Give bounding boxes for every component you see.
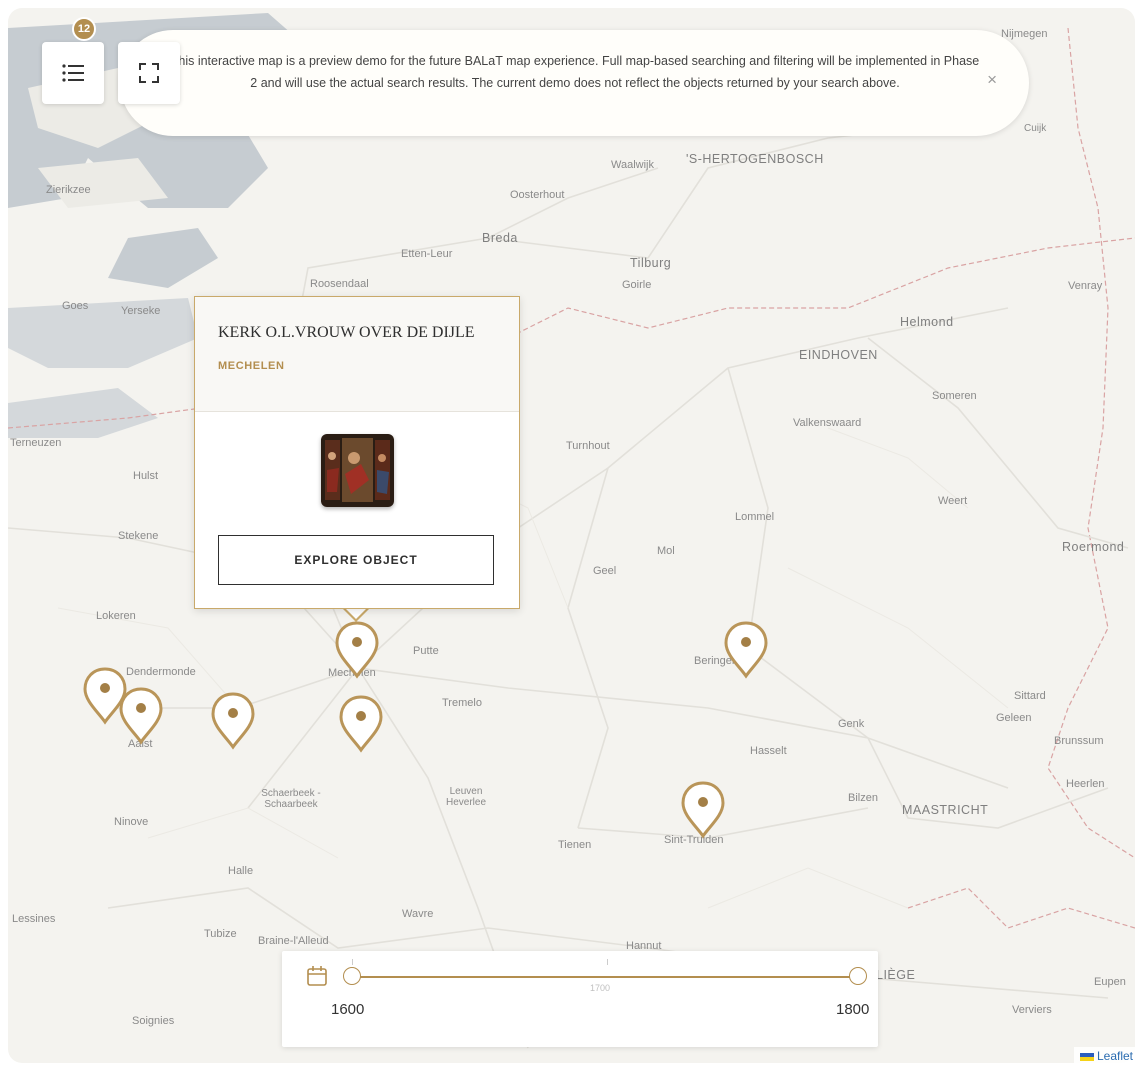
place-label: Helmond (900, 315, 954, 329)
object-popup: KERK O.L.VROUW OVER DE DIJLE MECHELEN EX… (194, 296, 520, 609)
place-label: Goirle (622, 279, 652, 291)
fullscreen-icon (139, 63, 159, 83)
list-toggle-button[interactable] (42, 42, 104, 104)
place-label: Putte (413, 645, 439, 657)
place-label: Venray (1068, 280, 1103, 292)
place-label: Brunssum (1054, 735, 1104, 747)
place-label: Wavre (402, 908, 434, 920)
popup-title: KERK O.L.VROUW OVER DE DIJLE (218, 324, 475, 341)
map-attribution[interactable]: Leaflet (1073, 1047, 1135, 1065)
place-label: Tremelo (442, 697, 482, 709)
place-label: Cuijk (1024, 123, 1047, 134)
timeline-end-handle[interactable] (849, 967, 867, 985)
place-label: Breda (482, 231, 518, 245)
place-label: Waalwijk (611, 159, 654, 171)
place-label: Etten-Leur (401, 248, 453, 260)
demo-notice-banner: This interactive map is a preview demo f… (120, 30, 1029, 136)
demo-notice-text: This interactive map is a preview demo f… (170, 54, 980, 90)
place-label: Weert (938, 495, 968, 507)
place-label: Roermond (1062, 540, 1125, 554)
place-label: Hulst (133, 470, 159, 482)
timeline-mid-label: 1700 (590, 983, 611, 993)
timeline-start-label: 1600 (331, 1001, 365, 1018)
timeline-track[interactable] (352, 976, 858, 978)
marker-pin[interactable] (210, 691, 256, 751)
place-label: Tilburg (630, 256, 672, 270)
place-label: Schaerbeek - Schaarbeek (261, 788, 321, 810)
place-label: Halle (228, 865, 254, 877)
place-label: 'S-HERTOGENBOSCH (686, 152, 824, 166)
place-label: Geleen (996, 712, 1032, 724)
place-label: Zierikzee (46, 184, 91, 196)
timeline-filter: 1700 1600 1800 (282, 951, 878, 1047)
place-label: Heerlen (1066, 778, 1105, 790)
place-label: Turnhout (566, 440, 610, 452)
popup-header (195, 297, 519, 412)
place-label: Ninove (114, 816, 149, 828)
place-label: Dendermonde (126, 666, 196, 678)
place-label: Hasselt (750, 745, 787, 757)
place-label: Braine-l'Alleud (258, 935, 329, 947)
place-label: Verviers (1012, 1004, 1052, 1016)
place-label: Tienen (558, 839, 592, 851)
place-label: Bilzen (848, 792, 878, 804)
marker-pin[interactable] (680, 780, 726, 840)
place-label: Goes (62, 300, 89, 312)
artwork-thumbnail[interactable] (321, 434, 394, 507)
marker-pin[interactable] (338, 694, 384, 754)
map-basemap (8, 13, 1135, 1049)
timeline-tick (352, 959, 353, 965)
place-label: Genk (838, 718, 865, 730)
place-label: Geel (593, 565, 617, 577)
result-count-badge: 12 (72, 17, 96, 41)
place-label: Oosterhout (510, 189, 565, 201)
place-label: Tubize (204, 928, 237, 940)
marker-pin[interactable] (118, 686, 164, 746)
popup-subtitle[interactable]: MECHELEN (218, 360, 285, 372)
place-label: Mol (657, 545, 675, 557)
place-label: Soignies (132, 1015, 175, 1027)
marker-pin[interactable] (334, 620, 380, 680)
close-icon[interactable]: × (987, 70, 997, 90)
timeline-end-label: 1800 (836, 1001, 870, 1018)
place-label: Leuven Heverlee (445, 786, 487, 808)
place-label: Eupen (1094, 976, 1126, 988)
marker-pin[interactable] (723, 620, 769, 680)
explore-object-button[interactable]: EXPLORE OBJECT (218, 535, 494, 585)
place-label: Someren (932, 390, 977, 402)
place-label: LIÈGE (876, 968, 916, 982)
place-label: Terneuzen (10, 437, 62, 449)
place-label: Lokeren (96, 610, 136, 622)
place-label: Lommel (735, 511, 775, 523)
place-label: Valkenswaard (793, 417, 862, 429)
place-label: Lessines (12, 913, 56, 925)
place-label: EINDHOVEN (799, 348, 878, 362)
place-label: Nijmegen (1001, 28, 1048, 40)
timeline-tick (607, 959, 608, 965)
list-icon (62, 64, 84, 82)
ukraine-flag-icon (1079, 1052, 1094, 1061)
calendar-icon (307, 966, 327, 986)
place-label: Yerseke (121, 305, 161, 317)
place-label: Roosendaal (310, 278, 369, 290)
attribution-link[interactable]: Leaflet (1097, 1049, 1133, 1063)
map-view[interactable]: Nijmegen Cuijk Waalwijk 'S-HERTOGENBOSCH… (8, 8, 1135, 1063)
fullscreen-button[interactable] (118, 42, 180, 104)
place-label: Sittard (1014, 690, 1046, 702)
place-label: MAASTRICHT (902, 803, 989, 817)
timeline-start-handle[interactable] (343, 967, 361, 985)
place-label: Stekene (118, 530, 159, 542)
